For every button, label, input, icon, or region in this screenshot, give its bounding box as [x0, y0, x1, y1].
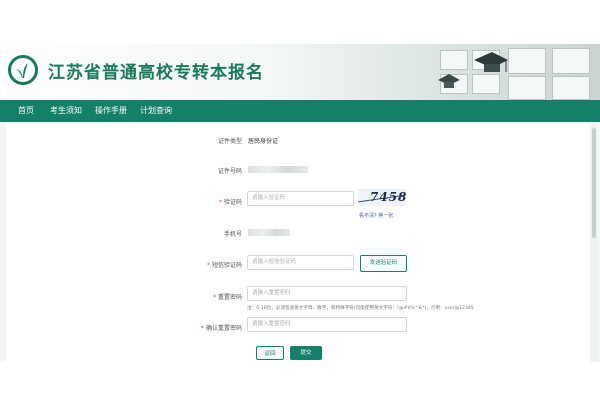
site-logo: [8, 55, 38, 85]
phone-label: 手机号: [223, 231, 242, 238]
graduation-cap-small-icon: [438, 74, 460, 88]
header-banner: 江苏省普通高校专转本报名: [0, 44, 600, 100]
scrollbar-thumb[interactable]: [592, 128, 596, 238]
nav-item-home[interactable]: 首页: [18, 100, 34, 122]
id-type-label: 证件类型: [217, 138, 242, 145]
confirm-password-label: * 确认重置密码: [200, 325, 242, 332]
nav-item-manual[interactable]: 操作手册: [95, 100, 127, 122]
nav-item-plan-query[interactable]: 计划查询: [140, 100, 172, 122]
submit-button[interactable]: 提交: [290, 346, 322, 360]
graduation-cap-icon: [474, 52, 508, 72]
captcha-label: * 验证码: [218, 199, 242, 206]
sms-code-input[interactable]: 请输入短信验证码: [247, 255, 354, 270]
id-type-value: 居民身份证: [248, 138, 279, 145]
back-button[interactable]: 返回: [256, 346, 284, 360]
password-hint: 注：6-16位，必须包含英文字母、数字，和特殊字符(仅能使用英文字符：!@#$%…: [247, 306, 474, 311]
new-password-label: * 重置密码: [212, 294, 242, 301]
send-sms-code-button[interactable]: 发送验证码: [360, 255, 407, 272]
captcha-input[interactable]: 请输入验证码: [247, 191, 354, 206]
phone-masked: [248, 229, 290, 236]
leaf-logo-icon: [16, 63, 28, 78]
site-title: 江苏省普通高校专转本报名: [48, 63, 264, 83]
new-password-input[interactable]: 请输入重置密码: [247, 286, 407, 301]
nav-item-candidate-notice[interactable]: 考生须知: [50, 100, 82, 122]
captcha-refresh-link[interactable]: 看不清? 换一张: [359, 212, 393, 219]
main-nav: 首页 考生须知 操作手册 计划查询: [0, 100, 600, 122]
confirm-password-input[interactable]: 请输入重置密码: [247, 317, 407, 332]
captcha-image[interactable]: 7458: [358, 189, 406, 206]
id-number-label: 证件号码: [217, 168, 242, 175]
id-number-masked: [248, 166, 308, 173]
sms-code-label: * 短信验证码: [206, 262, 242, 269]
